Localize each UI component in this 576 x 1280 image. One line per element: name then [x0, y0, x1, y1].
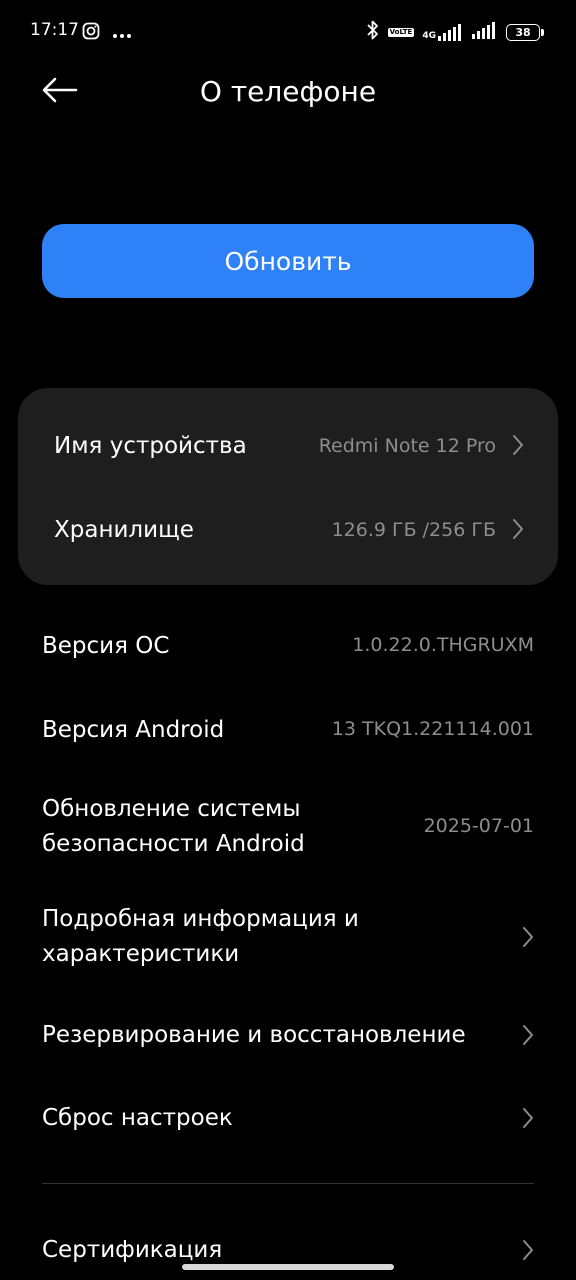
storage-row[interactable]: Хранилище 126.9 ГБ /256 ГБ — [18, 488, 558, 572]
os-version-row: Версия ОС 1.0.22.0.THGRUXM — [0, 626, 576, 666]
android-version-row: Версия Android 13 TKQ1.221114.001 — [0, 710, 576, 750]
device-card: Имя устройства Redmi Note 12 Pro Хранили… — [18, 388, 558, 585]
reset-row[interactable]: Сброс настроек — [0, 1099, 576, 1139]
details-label-line1: Подробная информация и — [42, 906, 359, 932]
reset-label: Сброс настроек — [42, 1105, 233, 1131]
security-update-value: 2025-07-01 — [423, 815, 534, 837]
device-name-row[interactable]: Имя устройства Redmi Note 12 Pro — [18, 404, 558, 488]
instagram-icon — [82, 22, 100, 44]
home-indicator[interactable] — [182, 1264, 394, 1270]
more-dots-icon — [112, 24, 132, 43]
update-button[interactable]: Обновить — [42, 224, 534, 298]
os-version-value: 1.0.22.0.THGRUXM — [352, 634, 534, 656]
certification-label: Сертификация — [42, 1237, 223, 1263]
status-left-icons — [82, 22, 132, 44]
chevron-right-icon — [522, 1239, 534, 1265]
chevron-right-icon — [512, 518, 524, 544]
storage-value: 126.9 ГБ /256 ГБ — [331, 519, 496, 541]
details-row[interactable]: Подробная информация и характеристики — [0, 902, 576, 972]
signal-icon — [472, 21, 498, 43]
status-right-icons: VoLTE 4G 38 — [366, 20, 544, 44]
security-update-label-line2: безопасности Android — [42, 831, 305, 857]
status-time: 17:17 — [30, 20, 79, 40]
divider — [42, 1183, 534, 1184]
chevron-right-icon — [522, 926, 534, 952]
device-name-value: Redmi Note 12 Pro — [318, 435, 496, 457]
chevron-right-icon — [522, 1024, 534, 1050]
battery-icon: 38 — [506, 23, 544, 41]
chevron-right-icon — [512, 434, 524, 460]
signal-4g-icon: 4G — [422, 23, 464, 41]
device-name-label: Имя устройства — [54, 433, 247, 459]
storage-label: Хранилище — [54, 517, 194, 543]
details-label-line2: характеристики — [42, 941, 240, 967]
volte-icon: VoLTE — [387, 27, 415, 37]
page-title: О телефоне — [199, 75, 377, 108]
bluetooth-icon — [366, 20, 380, 44]
header: О телефоне — [0, 60, 576, 124]
android-version-value: 13 TKQ1.221114.001 — [331, 718, 534, 740]
chevron-right-icon — [522, 1107, 534, 1133]
backup-row[interactable]: Резервирование и восстановление — [0, 1016, 576, 1056]
backup-label: Резервирование и восстановление — [42, 1022, 466, 1048]
security-update-row: Обновление системы безопасности Android … — [0, 792, 576, 862]
android-version-label: Версия Android — [42, 717, 225, 743]
status-bar: 17:17 VoLTE 4G 38 — [0, 0, 576, 64]
os-version-label: Версия ОС — [42, 633, 170, 659]
security-update-label-line1: Обновление системы — [42, 796, 301, 822]
